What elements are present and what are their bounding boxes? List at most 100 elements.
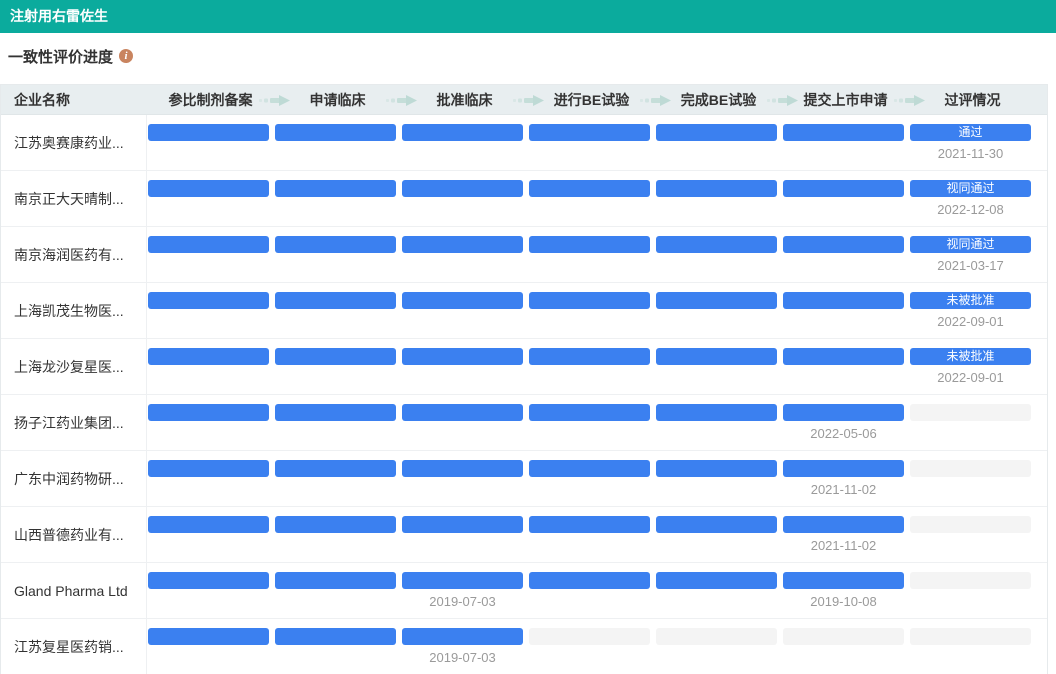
company-name-cell: 江苏复星医药销... bbox=[1, 619, 147, 674]
stage-header-label: 提交上市申请 bbox=[804, 92, 888, 108]
stage-date: 2021-11-02 bbox=[782, 538, 909, 553]
stage-cell bbox=[274, 507, 401, 562]
progress-bar-done bbox=[148, 460, 269, 477]
progress-bar-done bbox=[656, 236, 777, 253]
stage-cell bbox=[147, 619, 274, 674]
stage-header-4: 进行BE试验 bbox=[528, 85, 655, 114]
stage-cell bbox=[782, 115, 909, 170]
stage-cell bbox=[401, 227, 528, 282]
stage-header-3: 批准临床 bbox=[401, 85, 528, 114]
table-header-row: 企业名称 参比制剂备案申请临床批准临床进行BE试验完成BE试验提交上市申请过评情… bbox=[1, 85, 1047, 115]
stage-header-5: 完成BE试验 bbox=[655, 85, 782, 114]
progress-bar-done bbox=[148, 348, 269, 365]
progress-bar-done bbox=[656, 516, 777, 533]
stage-cell bbox=[655, 283, 782, 338]
stage-cell bbox=[401, 171, 528, 226]
stage-header-6: 提交上市申请 bbox=[782, 85, 909, 114]
stage-cell bbox=[655, 115, 782, 170]
progress-bar-done bbox=[529, 236, 650, 253]
progress-bar-pending bbox=[910, 516, 1031, 533]
stage-cell bbox=[655, 339, 782, 394]
stage-cell bbox=[147, 507, 274, 562]
progress-table: 企业名称 参比制剂备案申请临床批准临床进行BE试验完成BE试验提交上市申请过评情… bbox=[0, 84, 1048, 674]
progress-bar-done bbox=[275, 572, 396, 589]
company-name-cell: 广东中润药物研... bbox=[1, 451, 147, 506]
page-title: 注射用右雷佐生 bbox=[10, 8, 108, 24]
stage-cell bbox=[528, 563, 655, 618]
stage-cell bbox=[147, 563, 274, 618]
company-name-cell: 上海龙沙复星医... bbox=[1, 339, 147, 394]
stage-date: 2019-07-03 bbox=[401, 650, 528, 665]
stage-cell: 未被批准 2022-09-01 bbox=[909, 339, 1036, 394]
progress-bar-done bbox=[529, 460, 650, 477]
company-name-cell: 江苏奥赛康药业... bbox=[1, 115, 147, 170]
stage-cell bbox=[528, 619, 655, 674]
status-badge: 视同通过 bbox=[910, 236, 1031, 253]
table-row: 南京正大天晴制...视同通过2022-12-08 bbox=[1, 171, 1047, 227]
progress-bar-done bbox=[529, 292, 650, 309]
progress-bar-pending bbox=[910, 460, 1031, 477]
stage-cell: 视同通过2022-12-08 bbox=[909, 171, 1036, 226]
stage-cell bbox=[782, 619, 909, 674]
info-icon[interactable]: i bbox=[119, 49, 133, 63]
stage-cell: 2019-07-03 bbox=[401, 563, 528, 618]
stage-cell: 2021-11-02 bbox=[782, 507, 909, 562]
table-body: 江苏奥赛康药业...通过2021-11-30南京正大天晴制...视同通过2022… bbox=[1, 115, 1047, 674]
progress-bar-done bbox=[402, 404, 523, 421]
stage-cell bbox=[147, 339, 274, 394]
stage-header-label: 申请临床 bbox=[310, 92, 366, 108]
stage-cell: 2019-10-08 bbox=[782, 563, 909, 618]
stage-cell bbox=[528, 171, 655, 226]
progress-bar-done bbox=[402, 292, 523, 309]
progress-bar-done bbox=[275, 180, 396, 197]
stage-cell bbox=[274, 619, 401, 674]
stage-arrow-icon bbox=[386, 95, 418, 106]
progress-bar-done bbox=[529, 516, 650, 533]
stage-cell bbox=[909, 619, 1036, 674]
status-badge: 未被批准 bbox=[910, 292, 1031, 309]
stage-cell bbox=[655, 451, 782, 506]
progress-bar-done bbox=[656, 404, 777, 421]
progress-bar-done bbox=[529, 572, 650, 589]
stage-arrow-icon bbox=[640, 95, 672, 106]
stage-arrow-icon bbox=[894, 95, 926, 106]
stage-date: 2022-09-01 bbox=[909, 370, 1036, 385]
progress-bar-done bbox=[402, 124, 523, 141]
stage-cell bbox=[528, 451, 655, 506]
stage-cell bbox=[909, 451, 1036, 506]
table-row: 山西普德药业有...2021-11-02 bbox=[1, 507, 1047, 563]
stage-cell bbox=[274, 171, 401, 226]
stage-cell bbox=[147, 171, 274, 226]
stage-cell bbox=[655, 395, 782, 450]
progress-bar-done bbox=[783, 236, 904, 253]
progress-bar-done bbox=[275, 516, 396, 533]
stage-cell bbox=[147, 283, 274, 338]
progress-bar-pending bbox=[910, 404, 1031, 421]
progress-bar-done bbox=[148, 404, 269, 421]
stage-cell bbox=[782, 339, 909, 394]
stage-date: 2022-05-06 bbox=[782, 426, 909, 441]
stage-cell bbox=[147, 395, 274, 450]
progress-bar-done bbox=[783, 516, 904, 533]
stage-date: 2022-12-08 bbox=[909, 202, 1036, 217]
stage-arrow-icon bbox=[513, 95, 545, 106]
progress-bar-done bbox=[275, 348, 396, 365]
stage-cell bbox=[274, 563, 401, 618]
stage-cell bbox=[274, 115, 401, 170]
progress-bar-done bbox=[275, 292, 396, 309]
stage-cell bbox=[909, 563, 1036, 618]
stage-cell bbox=[147, 451, 274, 506]
status-badge: 未被批准 bbox=[910, 348, 1031, 365]
stage-cell bbox=[401, 507, 528, 562]
progress-bar-done bbox=[402, 628, 523, 645]
progress-bar-done bbox=[402, 460, 523, 477]
stage-cell bbox=[528, 283, 655, 338]
progress-bar-done bbox=[783, 124, 904, 141]
stage-header-label: 参比制剂备案 bbox=[169, 92, 253, 108]
stage-header-label: 过评情况 bbox=[945, 92, 1001, 108]
progress-bar-done bbox=[275, 628, 396, 645]
stage-cell bbox=[909, 507, 1036, 562]
stage-header-2: 申请临床 bbox=[274, 85, 401, 114]
stage-cell bbox=[528, 227, 655, 282]
progress-bar-pending bbox=[910, 572, 1031, 589]
